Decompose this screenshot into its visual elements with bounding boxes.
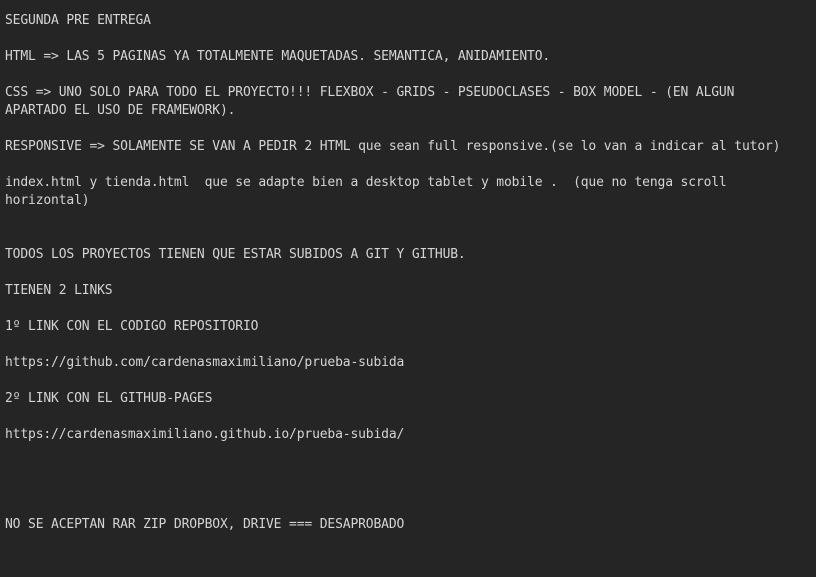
- line-warning: NO SE ACEPTAN RAR ZIP DROPBOX, DRIVE ===…: [5, 517, 405, 532]
- pages-link[interactable]: https://cardenasmaximiliano.github.io/pr…: [5, 426, 816, 444]
- line-responsive: RESPONSIVE => SOLAMENTE SE VAN A PEDIR 2…: [5, 139, 781, 154]
- line-html: HTML => LAS 5 PAGINAS YA TOTALMENTE MAQU…: [5, 49, 551, 64]
- repo-link[interactable]: https://github.com/cardenasmaximiliano/p…: [5, 354, 816, 372]
- line-title: SEGUNDA PRE ENTREGA: [5, 13, 151, 28]
- line-index-tienda: index.html y tienda.html que se adapte b…: [5, 175, 727, 190]
- line-links: TIENEN 2 LINKS: [5, 283, 113, 298]
- line-css: CSS => UNO SOLO PARA TODO EL PROYECTO!!!…: [5, 85, 735, 100]
- line-git: TODOS LOS PROYECTOS TIENEN QUE ESTAR SUB…: [5, 247, 466, 262]
- line-css-cont: APARTADO EL USO DE FRAMEWORK).: [5, 103, 236, 118]
- line-link2-label: 2º LINK CON EL GITHUB-PAGES: [5, 391, 213, 406]
- text-editor[interactable]: SEGUNDA PRE ENTREGA HTML => LAS 5 PAGINA…: [0, 0, 816, 577]
- line-horizontal: horizontal): [5, 193, 90, 208]
- line-link1-label: 1º LINK CON EL CODIGO REPOSITORIO: [5, 319, 259, 334]
